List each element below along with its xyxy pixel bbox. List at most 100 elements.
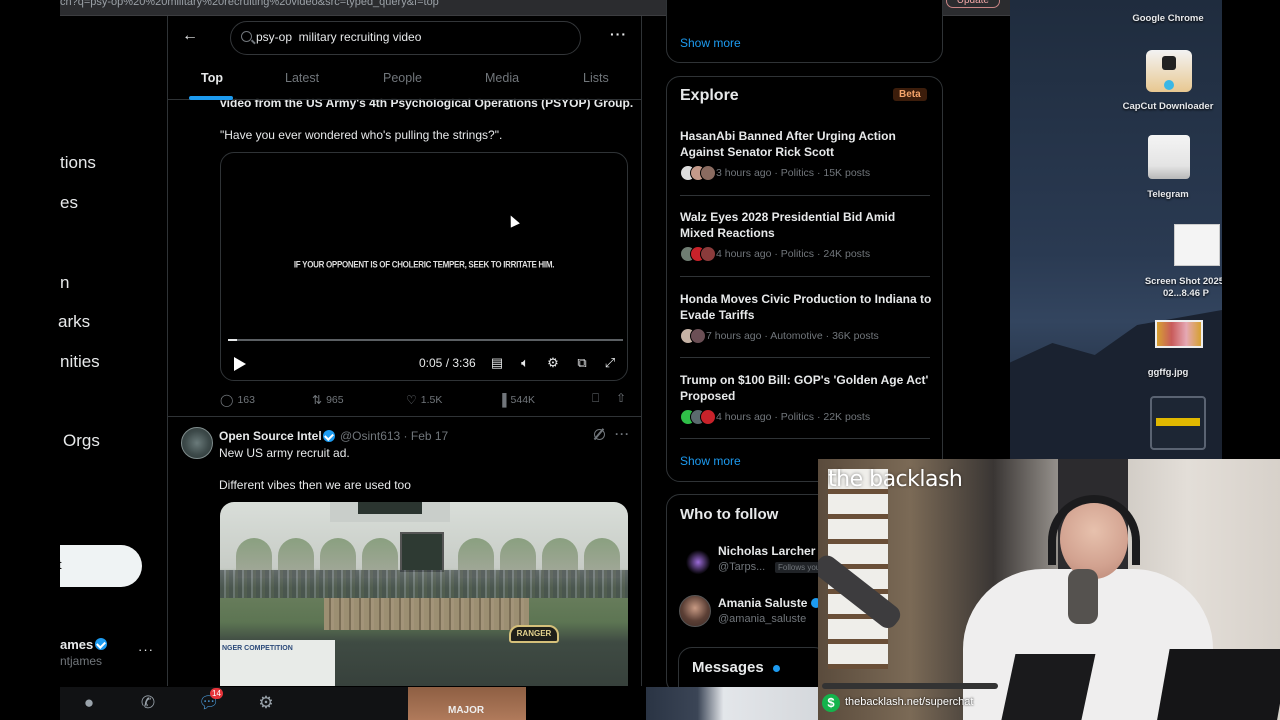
follow-user-name[interactable]: Nicholas Larcher xyxy=(718,544,815,558)
like-button[interactable]: ♡ 1.5K xyxy=(406,393,442,407)
video-thumbnail[interactable]: MAJOR xyxy=(408,687,526,720)
avatar[interactable] xyxy=(181,427,213,459)
tab-lists[interactable]: Lists xyxy=(583,71,609,85)
tab-latest[interactable]: Latest xyxy=(285,71,319,85)
desktop-icon-label[interactable]: Telegram xyxy=(1118,189,1218,201)
sidebar-item-grok[interactable]: n xyxy=(60,273,69,293)
capcut-icon[interactable] xyxy=(1146,50,1192,92)
verified-badge-icon xyxy=(323,430,335,442)
ranger-tab-patch: RANGER xyxy=(509,625,559,643)
reply-icon: ◯ xyxy=(220,393,234,407)
show-more-link[interactable]: Show more xyxy=(680,36,741,50)
selected-file-icon[interactable] xyxy=(1150,396,1206,450)
who-to-follow-title: Who to follow xyxy=(680,506,779,523)
stadium-screen xyxy=(400,532,444,572)
account-name[interactable]: ames xyxy=(60,637,108,652)
reply-count: 163 xyxy=(237,394,255,406)
left-sidebar: tions es n arks nities Orgs t ames ntjam… xyxy=(58,16,168,686)
tab-people[interactable]: People xyxy=(383,71,422,85)
explore-item[interactable]: Trump on $100 Bill: GOP's 'Golden Age Ac… xyxy=(680,372,932,425)
messages-drawer[interactable]: Messages xyxy=(678,647,828,692)
show-more-link[interactable]: Show more xyxy=(680,454,741,468)
superchat-url: thebacklash.net/superchat xyxy=(845,696,974,708)
main-timeline: ← ··· Top Latest People Media Lists vide… xyxy=(168,16,642,686)
avatar[interactable] xyxy=(679,543,711,575)
mouse-cursor xyxy=(506,213,520,228)
desktop-icon-label[interactable]: Screen Shot 2025-02...8.46 P xyxy=(1136,276,1222,300)
contacts-icon[interactable]: ● xyxy=(79,693,99,713)
account-name-text: ames xyxy=(60,637,94,652)
sidebar-item-verified-orgs[interactable]: Orgs xyxy=(63,431,100,451)
play-icon[interactable] xyxy=(234,357,246,371)
active-tab-indicator xyxy=(189,96,233,100)
screen-edge xyxy=(1222,0,1280,460)
previous-card: Show more xyxy=(666,0,943,63)
desktop-icon-label[interactable]: CapCut Downloader xyxy=(1118,101,1218,113)
follows-you-badge: Follows you xyxy=(775,562,824,573)
notification-badge: 14 xyxy=(210,688,223,699)
avatar[interactable] xyxy=(679,595,711,627)
fullscreen-icon[interactable]: ⤢ xyxy=(603,356,617,370)
show-title: the backlash xyxy=(828,467,963,492)
more-options-icon[interactable]: ··· xyxy=(610,26,627,42)
repost-button[interactable]: ⇅ 965 xyxy=(312,393,344,407)
explore-avatars xyxy=(680,409,716,425)
video-thumbnail[interactable] xyxy=(526,687,646,720)
superchat-goal-bar xyxy=(822,683,998,689)
grok-icon[interactable] xyxy=(594,429,605,440)
repost-icon: ⇅ xyxy=(312,393,323,407)
heart-icon: ♡ xyxy=(406,393,417,407)
mute-icon[interactable]: 🔈︎ xyxy=(518,356,532,370)
video-player[interactable]: IF YOUR OPPONENT IS OF CHOLERIC TEMPER, … xyxy=(220,152,628,381)
explore-item[interactable]: HasanAbi Banned After Urging Action Agai… xyxy=(680,128,932,181)
tweet-more-icon[interactable]: ··· xyxy=(615,427,630,441)
post-button[interactable]: t xyxy=(58,545,142,587)
explore-title: Explore xyxy=(680,87,739,104)
search-box[interactable] xyxy=(230,21,581,55)
explore-item[interactable]: Honda Moves Civic Production to Indiana … xyxy=(680,291,932,344)
sidebar-item-notifications[interactable]: tions xyxy=(60,153,96,173)
divider xyxy=(680,195,930,196)
scoreboard xyxy=(330,502,450,522)
bookmark-icon[interactable]: ⎕ xyxy=(592,391,599,406)
tab-top[interactable]: Top xyxy=(201,71,223,85)
competition-banner: NGER COMPETITION xyxy=(220,640,335,686)
sidebar-item-bookmarks[interactable]: arks xyxy=(58,312,90,332)
soldiers-formation xyxy=(324,598,529,630)
tab-media[interactable]: Media xyxy=(485,71,519,85)
desktop-icon-label[interactable]: ggffg.jpg xyxy=(1118,367,1218,379)
update-button[interactable]: Update xyxy=(945,0,1000,8)
image-thumbnail-icon[interactable] xyxy=(1155,320,1203,348)
sidebar-item-communities[interactable]: nities xyxy=(60,352,100,372)
tweet-author-meta[interactable]: @Osint613 · Feb 17 xyxy=(340,429,448,443)
views-count: 544K xyxy=(510,394,536,406)
tweet-video-thumbnail[interactable]: RANGER NGER COMPETITION xyxy=(220,502,628,686)
share-icon[interactable]: ⇧ xyxy=(616,391,626,405)
back-arrow-icon[interactable]: ← xyxy=(182,27,198,45)
reply-button[interactable]: ◯ 163 xyxy=(220,393,255,407)
tweet-text-line2: "Have you ever wondered who's pulling th… xyxy=(220,128,503,142)
video-thumbnail[interactable] xyxy=(646,687,818,720)
like-count: 1.5K xyxy=(420,394,443,406)
url-text[interactable]: ch?q=psy-op%20%20military%20recruiting%2… xyxy=(60,0,439,8)
sidebar-item-messages[interactable]: es xyxy=(60,193,78,213)
desktop-icon-label[interactable]: Google Chrome xyxy=(1118,13,1218,25)
picture-in-picture-icon[interactable]: ⧉ xyxy=(575,356,589,370)
captions-icon[interactable]: ▤ xyxy=(490,356,504,370)
account-more-icon[interactable]: ··· xyxy=(138,642,154,657)
phone-icon[interactable]: ✆ xyxy=(138,693,158,713)
unread-dot xyxy=(773,665,780,672)
video-caption: IF YOUR OPPONENT IS OF CHOLERIC TEMPER, … xyxy=(293,259,555,270)
video-progress-bar[interactable] xyxy=(228,339,623,341)
follow-user-name[interactable]: Amania Saluste xyxy=(718,596,821,610)
screenshot-thumbnail-icon[interactable] xyxy=(1174,224,1220,266)
explore-item-meta: 3 hours ago · Politics · 15K posts xyxy=(716,167,871,179)
settings-gear-icon[interactable]: ⚙ xyxy=(256,693,276,713)
tweet-author-name[interactable]: Open Source Intel xyxy=(219,429,322,443)
divider xyxy=(680,438,930,439)
settings-gear-icon[interactable]: ⚙ xyxy=(546,356,560,370)
views-button[interactable]: ▐ 544K xyxy=(498,393,535,407)
explore-item[interactable]: Walz Eyes 2028 Presidential Bid Amid Mix… xyxy=(680,209,932,262)
drive-icon[interactable] xyxy=(1148,135,1190,179)
search-input[interactable] xyxy=(256,30,556,44)
